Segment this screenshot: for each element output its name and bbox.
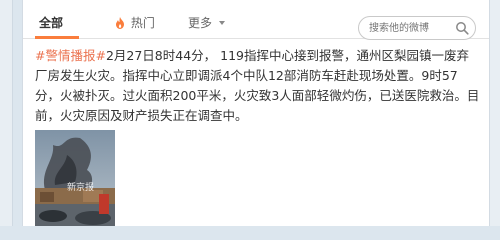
weibo-feed-card: 全部 热门 更多 #警情播报#2月27日8时44分， 119指挥中心接到报警，通… [22, 0, 490, 226]
tab-all[interactable]: 全部 [39, 12, 63, 34]
active-tab-indicator [35, 36, 79, 39]
search-box [358, 16, 476, 40]
fire-scene-image [35, 130, 115, 226]
tab-more-label: 更多 [188, 16, 213, 30]
tab-more[interactable]: 更多 [188, 12, 225, 34]
topic-link[interactable]: #警情播报# [35, 48, 106, 63]
post-text: #警情播报#2月27日8时44分， 119指挥中心接到报警，通州区梨园镇一废弃厂… [35, 46, 480, 126]
photo-watermark: 新京报 [67, 183, 95, 193]
right-margin [489, 0, 500, 226]
search-icon[interactable] [455, 21, 469, 35]
search-input[interactable] [369, 19, 453, 37]
tab-all-label: 全部 [39, 16, 64, 30]
chevron-down-icon [218, 21, 225, 25]
tab-hot[interactable]: 热门 [115, 12, 155, 34]
tab-bar: 全部 热门 更多 [23, 6, 489, 40]
tab-hot-label: 热门 [130, 16, 155, 30]
post-photo[interactable]: 新京报 [35, 130, 115, 226]
left-margin [0, 0, 13, 226]
flame-icon [116, 17, 124, 29]
